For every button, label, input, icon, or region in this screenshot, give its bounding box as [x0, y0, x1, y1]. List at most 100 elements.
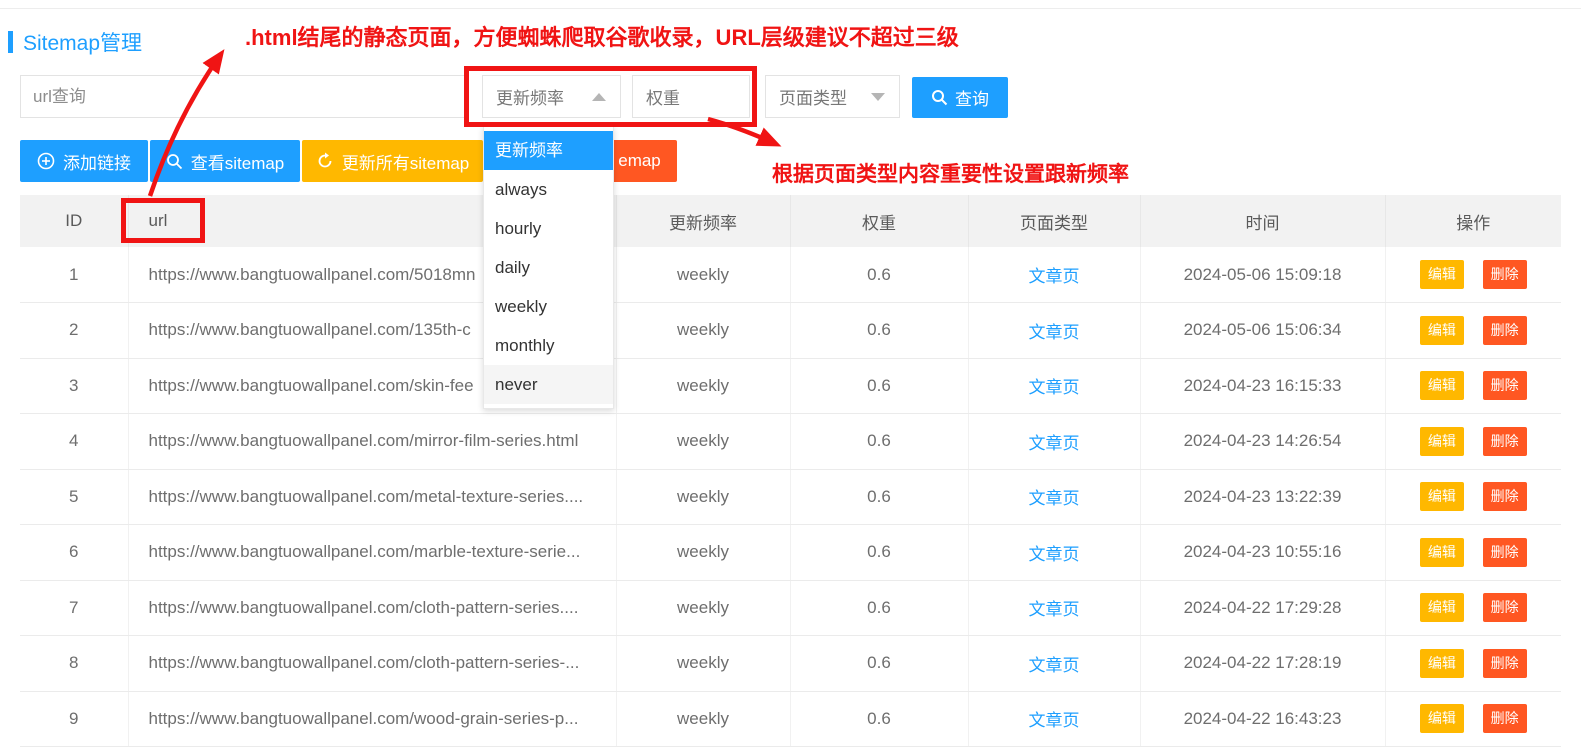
page-title: Sitemap管理	[23, 27, 142, 57]
cell-id: 1	[20, 247, 128, 303]
edit-button[interactable]: 编辑	[1420, 260, 1464, 289]
page-type-link[interactable]: 文章页	[1029, 267, 1080, 286]
table-row: 1 https://www.bangtuowallpanel.com/5018m…	[20, 247, 1561, 303]
cell-page-type: 文章页	[968, 414, 1140, 470]
cell-weight: 0.6	[790, 358, 968, 414]
cell-time: 2024-04-22 17:29:28	[1140, 580, 1385, 636]
page-type-link[interactable]: 文章页	[1029, 545, 1080, 564]
cell-time: 2024-04-23 10:55:16	[1140, 525, 1385, 581]
edit-button[interactable]: 编辑	[1420, 538, 1464, 567]
url-search-input[interactable]	[20, 75, 465, 118]
cell-frequency: weekly	[616, 580, 790, 636]
cell-time: 2024-04-22 16:43:23	[1140, 691, 1385, 747]
edit-button[interactable]: 编辑	[1420, 482, 1464, 511]
page-type-link[interactable]: 文章页	[1029, 434, 1080, 453]
cell-time: 2024-04-23 16:15:33	[1140, 358, 1385, 414]
add-link-button[interactable]: 添加链接	[20, 140, 148, 182]
page-type-select[interactable]: 页面类型	[765, 75, 900, 118]
table-row: 2 https://www.bangtuowallpanel.com/135th…	[20, 303, 1561, 359]
cell-frequency: weekly	[616, 414, 790, 470]
page-type-link[interactable]: 文章页	[1029, 489, 1080, 508]
sitemap-table: ID url 更新频率 权重 页面类型 时间 操作 1 https://www.…	[20, 195, 1561, 747]
page-type-link[interactable]: 文章页	[1029, 656, 1080, 675]
delete-button[interactable]: 删除	[1483, 371, 1527, 400]
update-all-sitemap-label: 更新所有sitemap	[342, 149, 470, 174]
table-row: 9 https://www.bangtuowallpanel.com/wood-…	[20, 691, 1561, 747]
page-type-link[interactable]: 文章页	[1029, 378, 1080, 397]
table-row: 5 https://www.bangtuowallpanel.com/metal…	[20, 469, 1561, 525]
dropdown-option[interactable]: 更新频率	[484, 131, 613, 170]
cell-actions: 编辑 删除	[1385, 580, 1561, 636]
frequency-dropdown-panel: 更新频率alwayshourlydailyweeklymonthlynever	[483, 126, 614, 409]
delete-button[interactable]: 删除	[1483, 482, 1527, 511]
delete-button[interactable]: 删除	[1483, 427, 1527, 456]
chevron-down-icon	[871, 93, 885, 101]
dropdown-option[interactable]: weekly	[484, 287, 613, 326]
edit-button[interactable]: 编辑	[1420, 649, 1464, 678]
cell-page-type: 文章页	[968, 303, 1140, 359]
delete-button[interactable]: 删除	[1483, 260, 1527, 289]
update-frequency-select[interactable]: 更新频率	[482, 75, 621, 118]
cell-id: 4	[20, 414, 128, 470]
table-row: 6 https://www.bangtuowallpanel.com/marbl…	[20, 525, 1561, 581]
delete-button[interactable]: 删除	[1483, 704, 1527, 733]
edit-button[interactable]: 编辑	[1420, 593, 1464, 622]
cell-weight: 0.6	[790, 247, 968, 303]
view-sitemap-label: 查看sitemap	[191, 149, 285, 174]
page-type-link[interactable]: 文章页	[1029, 323, 1080, 342]
cell-url: https://www.bangtuowallpanel.com/cloth-p…	[128, 580, 616, 636]
update-all-sitemap-button[interactable]: 更新所有sitemap	[302, 140, 483, 182]
annotation-static-pages: .html结尾的静态页面，方便蜘蛛爬取谷歌收录，URL层级建议不超过三级	[245, 20, 959, 52]
toolbar: 添加链接 查看sitemap 更新所有sitemap emap	[0, 140, 1581, 182]
dropdown-option[interactable]: never	[484, 365, 613, 404]
table-row: 4 https://www.bangtuowallpanel.com/mirro…	[20, 414, 1561, 470]
cell-url: https://www.bangtuowallpanel.com/mirror-…	[128, 414, 616, 470]
cell-page-type: 文章页	[968, 469, 1140, 525]
table-header-row: ID url 更新频率 权重 页面类型 时间 操作	[20, 195, 1561, 247]
delete-button[interactable]: 删除	[1483, 593, 1527, 622]
edit-button[interactable]: 编辑	[1420, 316, 1464, 345]
refresh-icon	[316, 152, 334, 170]
update-frequency-select-label: 更新频率	[496, 84, 564, 109]
weight-select[interactable]: 权重	[632, 75, 750, 118]
dropdown-option[interactable]: monthly	[484, 326, 613, 365]
edit-button[interactable]: 编辑	[1420, 704, 1464, 733]
delete-button[interactable]: 删除	[1483, 649, 1527, 678]
delete-button[interactable]: 删除	[1483, 538, 1527, 567]
header-page-type: 页面类型	[968, 195, 1140, 247]
query-button[interactable]: 查询	[912, 77, 1008, 118]
cell-id: 5	[20, 469, 128, 525]
cell-frequency: weekly	[616, 525, 790, 581]
cell-frequency: weekly	[616, 303, 790, 359]
page-type-link[interactable]: 文章页	[1029, 600, 1080, 619]
table-row: 3 https://www.bangtuowallpanel.com/skin-…	[20, 358, 1561, 414]
cell-url: https://www.bangtuowallpanel.com/marble-…	[128, 525, 616, 581]
delete-button[interactable]: 删除	[1483, 316, 1527, 345]
cell-time: 2024-04-23 13:22:39	[1140, 469, 1385, 525]
page-type-link[interactable]: 文章页	[1029, 711, 1080, 730]
cell-frequency: weekly	[616, 469, 790, 525]
dropdown-option[interactable]: hourly	[484, 209, 613, 248]
query-button-label: 查询	[955, 85, 989, 110]
view-sitemap-button[interactable]: 查看sitemap	[150, 140, 300, 182]
edit-button[interactable]: 编辑	[1420, 371, 1464, 400]
edit-button[interactable]: 编辑	[1420, 427, 1464, 456]
page-title-block: Sitemap管理	[8, 27, 142, 57]
add-link-label: 添加链接	[63, 149, 131, 174]
cell-id: 7	[20, 580, 128, 636]
top-divider	[0, 8, 1581, 9]
header-weight: 权重	[790, 195, 968, 247]
cell-url: https://www.bangtuowallpanel.com/cloth-p…	[128, 636, 616, 692]
dropdown-option[interactable]: always	[484, 170, 613, 209]
cell-time: 2024-04-23 14:26:54	[1140, 414, 1385, 470]
cell-time: 2024-05-06 15:06:34	[1140, 303, 1385, 359]
partial-hidden-sitemap-label: emap	[618, 151, 661, 171]
cell-weight: 0.6	[790, 469, 968, 525]
cell-frequency: weekly	[616, 247, 790, 303]
dropdown-option[interactable]: daily	[484, 248, 613, 287]
cell-time: 2024-05-06 15:09:18	[1140, 247, 1385, 303]
page-type-select-label: 页面类型	[779, 84, 847, 109]
cell-weight: 0.6	[790, 525, 968, 581]
cell-url: https://www.bangtuowallpanel.com/wood-gr…	[128, 691, 616, 747]
cell-id: 8	[20, 636, 128, 692]
